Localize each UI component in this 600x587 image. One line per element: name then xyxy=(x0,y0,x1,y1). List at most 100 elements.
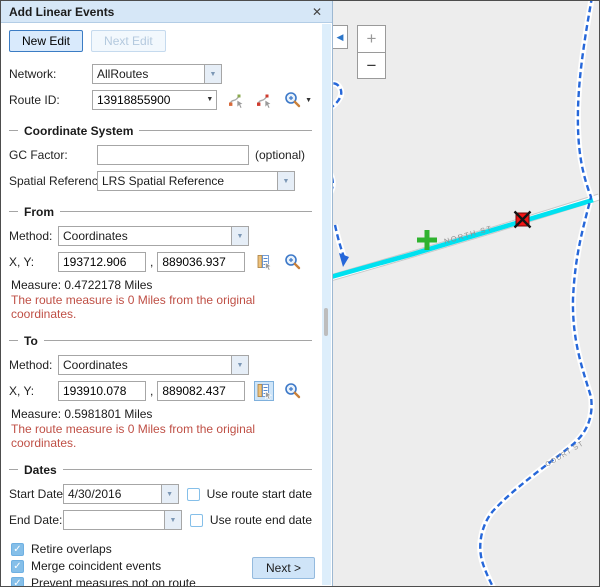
close-icon[interactable]: ✕ xyxy=(310,5,324,19)
new-edit-button[interactable]: New Edit xyxy=(9,30,83,52)
map-view[interactable]: NORTH ST COURT ST ◀ + − xyxy=(333,1,599,586)
prevent-measures-label: Prevent measures not on route xyxy=(31,576,196,586)
to-method-select[interactable]: Coordinates ▼ xyxy=(58,355,249,375)
start-date-label: Start Date: xyxy=(9,487,63,501)
retire-overlaps-row: ✓ Retire overlaps xyxy=(11,541,312,557)
end-date-label: End Date: xyxy=(9,513,63,527)
route-id-row: Route ID: ▼ xyxy=(9,89,312,111)
from-method-arrow-icon[interactable]: ▼ xyxy=(231,227,248,245)
panel-body: New Edit Next Edit Network: AllRoutes ▼ … xyxy=(1,23,332,586)
to-y-input[interactable] xyxy=(157,381,245,401)
river-casing xyxy=(333,1,592,586)
pick-from-coordinates-icon[interactable] xyxy=(254,252,274,272)
street-label-court-st: COURT ST xyxy=(544,440,585,468)
river-line xyxy=(333,1,592,586)
collapse-arrow-icon: ◀ xyxy=(337,32,344,43)
from-method-label: Method: xyxy=(9,229,58,243)
start-date-select[interactable]: 4/30/2016 ▼ xyxy=(63,484,179,504)
edit-toolbar: New Edit Next Edit xyxy=(9,30,312,52)
to-method-arrow-icon[interactable]: ▼ xyxy=(231,356,248,374)
end-date-value xyxy=(64,511,164,529)
from-method-value: Coordinates xyxy=(59,227,231,245)
zoom-out-button[interactable]: − xyxy=(357,52,386,79)
to-method-value: Coordinates xyxy=(59,356,231,374)
from-measure-warning: The route measure is 0 Miles from the or… xyxy=(11,293,312,321)
zoom-options-caret-icon[interactable]: ▼ xyxy=(305,97,312,104)
panel-scrollbar[interactable] xyxy=(322,24,331,585)
gc-factor-optional-hint: (optional) xyxy=(255,148,305,162)
coordinate-system-section: Coordinate System xyxy=(9,123,312,138)
network-select[interactable]: AllRoutes ▼ xyxy=(92,64,222,84)
xy-separator: , xyxy=(150,384,153,398)
route-id-combobox[interactable]: ▼ xyxy=(92,90,217,110)
network-label: Network: xyxy=(9,67,92,81)
coordinate-system-title: Coordinate System xyxy=(24,124,133,138)
to-xy-row: X, Y: , xyxy=(9,380,312,402)
zoom-to-to-point-icon[interactable] xyxy=(283,381,303,401)
from-x-input[interactable] xyxy=(58,252,146,272)
to-section: To xyxy=(9,333,312,348)
from-xy-label: X, Y: xyxy=(9,255,58,269)
next-button[interactable]: Next > xyxy=(252,557,315,579)
end-date-select[interactable]: ▼ xyxy=(63,510,182,530)
network-select-arrow-icon[interactable]: ▼ xyxy=(204,65,221,83)
to-measure-text: Measure: 0.5981801 Miles xyxy=(11,407,312,421)
stream-arrowhead xyxy=(339,253,349,267)
spatial-reference-label: Spatial Reference: xyxy=(9,174,97,188)
to-title: To xyxy=(24,334,38,348)
merge-coincident-events-label: Merge coincident events xyxy=(31,559,161,573)
start-date-row: Start Date: 4/30/2016 ▼ Use route start … xyxy=(9,483,312,505)
use-route-start-date-checkbox[interactable] xyxy=(187,488,200,501)
select-route-end-on-map-icon[interactable] xyxy=(255,90,274,110)
prevent-measures-checkbox[interactable]: ✓ xyxy=(11,577,24,587)
spatial-reference-row: Spatial Reference: LRS Spatial Reference… xyxy=(9,170,312,192)
map-zoom-control: + − xyxy=(357,25,386,79)
from-title: From xyxy=(24,205,54,219)
end-date-row: End Date: ▼ Use route end date xyxy=(9,509,312,531)
retire-overlaps-label: Retire overlaps xyxy=(31,542,112,556)
zoom-to-from-point-icon[interactable] xyxy=(283,252,303,272)
add-linear-events-panel: Add Linear Events ✕ New Edit Next Edit N… xyxy=(1,1,333,586)
from-xy-row: X, Y: , xyxy=(9,251,312,273)
start-date-value: 4/30/2016 xyxy=(64,485,161,503)
gc-factor-label: GC Factor: xyxy=(9,148,97,162)
select-route-start-on-map-icon[interactable] xyxy=(226,90,245,110)
to-method-row: Method: Coordinates ▼ xyxy=(9,354,312,376)
to-x-input[interactable] xyxy=(58,381,146,401)
spatial-reference-value: LRS Spatial Reference xyxy=(98,172,277,190)
panel-title: Add Linear Events xyxy=(9,5,114,19)
map-canvas[interactable]: NORTH ST COURT ST xyxy=(333,1,599,586)
pick-to-coordinates-icon[interactable] xyxy=(254,381,274,401)
to-measure-warning: The route measure is 0 Miles from the or… xyxy=(11,422,312,450)
from-method-select[interactable]: Coordinates ▼ xyxy=(58,226,249,246)
use-route-end-date-label: Use route end date xyxy=(210,513,312,527)
use-route-start-date-label: Use route start date xyxy=(207,487,312,501)
dates-section: Dates xyxy=(9,462,312,477)
from-method-row: Method: Coordinates ▼ xyxy=(9,225,312,247)
use-route-end-date-checkbox[interactable] xyxy=(190,514,203,527)
to-point-marker[interactable] xyxy=(515,212,531,228)
merge-coincident-events-checkbox[interactable]: ✓ xyxy=(11,560,24,573)
zoom-to-route-icon[interactable] xyxy=(283,90,303,110)
dates-title: Dates xyxy=(24,463,57,477)
network-row: Network: AllRoutes ▼ xyxy=(9,63,312,85)
from-y-input[interactable] xyxy=(157,252,245,272)
to-xy-label: X, Y: xyxy=(9,384,58,398)
spatial-reference-arrow-icon[interactable]: ▼ xyxy=(277,172,294,190)
panel-scrollbar-thumb[interactable] xyxy=(324,308,328,336)
from-measure-text: Measure: 0.4722178 Miles xyxy=(11,278,312,292)
xy-separator: , xyxy=(150,255,153,269)
gc-factor-input[interactable] xyxy=(97,145,249,165)
collapse-panel-button[interactable]: ◀ xyxy=(333,25,348,49)
end-date-arrow-icon[interactable]: ▼ xyxy=(164,511,181,529)
spatial-reference-select[interactable]: LRS Spatial Reference ▼ xyxy=(97,171,295,191)
network-select-value: AllRoutes xyxy=(93,65,204,83)
gc-factor-row: GC Factor: (optional) xyxy=(9,144,312,166)
retire-overlaps-checkbox[interactable]: ✓ xyxy=(11,543,24,556)
next-edit-button: Next Edit xyxy=(91,30,166,52)
zoom-in-button[interactable]: + xyxy=(357,25,386,52)
route-id-input[interactable] xyxy=(92,90,217,110)
event-editor-window: Add Linear Events ✕ New Edit Next Edit N… xyxy=(0,0,600,587)
start-date-arrow-icon[interactable]: ▼ xyxy=(161,485,178,503)
panel-header: Add Linear Events ✕ xyxy=(1,1,332,23)
